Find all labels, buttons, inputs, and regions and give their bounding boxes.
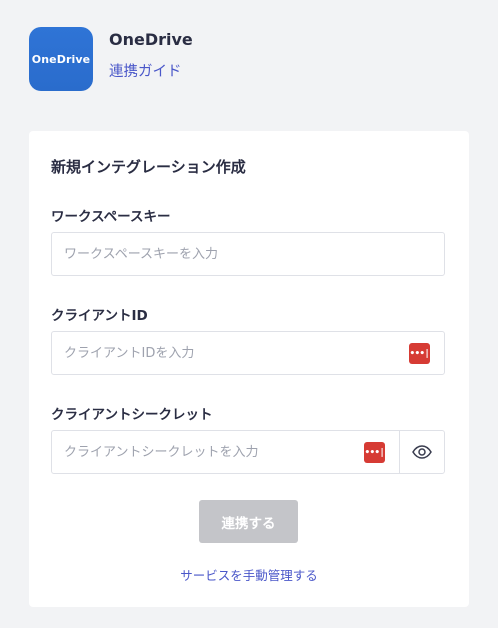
connect-button[interactable]: 連携する [199,500,298,543]
client-secret-input[interactable] [64,431,364,473]
toggle-visibility-button[interactable] [399,431,444,473]
client-id-label: クライアントID [51,308,148,324]
integration-guide-link[interactable]: 連携ガイド [109,62,193,82]
form-title: 新規インテグレーション作成 [51,158,246,176]
eye-icon [412,445,432,459]
workspace-key-field[interactable] [51,232,445,276]
onedrive-logo: OneDrive [29,27,93,91]
password-manager-icon[interactable]: •••| [409,343,430,364]
client-secret-label: クライアントシークレット [51,407,213,423]
app-name: OneDrive [109,30,193,49]
workspace-key-label: ワークスペースキー [51,209,171,225]
manual-manage-link[interactable]: サービスを手動管理する [29,565,469,584]
app-header: OneDrive OneDrive 連携ガイド [29,27,193,91]
client-id-field[interactable]: •••| [51,331,445,375]
integration-form-card: 新規インテグレーション作成 ワークスペースキー クライアントID •••| クラ… [29,131,469,607]
app-meta: OneDrive 連携ガイド [109,27,193,82]
workspace-key-input[interactable] [64,233,364,275]
password-manager-icon[interactable]: •••| [364,442,385,463]
client-id-input[interactable] [64,332,364,374]
client-secret-field[interactable]: •••| [51,430,445,474]
